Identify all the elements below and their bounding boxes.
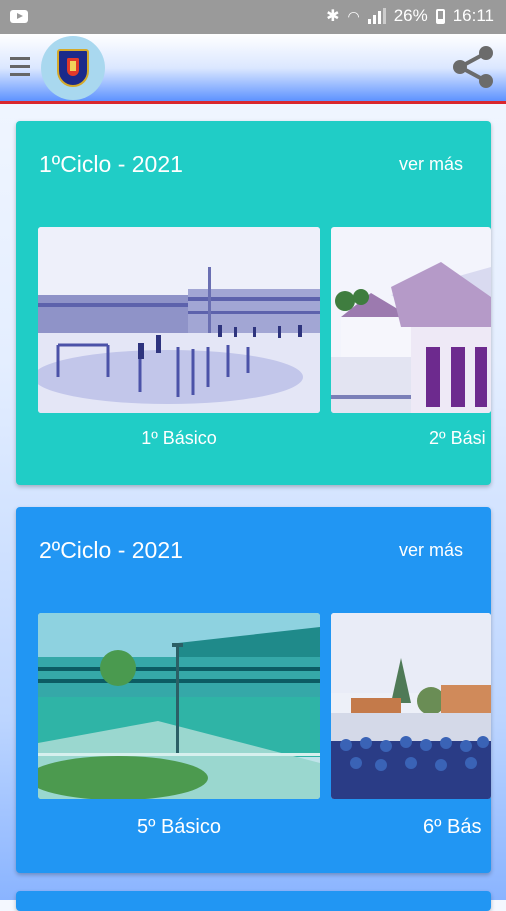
see-more-link[interactable]: ver más — [399, 154, 463, 175]
youtube-notification-icon — [10, 10, 28, 23]
see-more-link[interactable]: ver más — [399, 540, 463, 561]
battery-percent: 26% — [393, 6, 428, 25]
share-icon[interactable] — [448, 42, 498, 92]
school-crest-icon[interactable] — [41, 36, 105, 100]
wifi-icon: ◠ — [347, 7, 360, 24]
section-card-ciclo-2: 2ºCiclo - 2021 ver más 5º Básico 6º Bás — [16, 507, 491, 873]
course-image-1-basico[interactable] — [38, 227, 320, 413]
course-label: 2º Bási — [429, 428, 486, 448]
section-card-partial — [16, 891, 491, 911]
clock: 16:11 — [452, 6, 494, 25]
course-image-2-basico[interactable] — [331, 227, 491, 413]
course-image-5-basico[interactable] — [38, 613, 320, 799]
course-image-6-basico[interactable] — [331, 613, 491, 799]
section-title: 2ºCiclo - 2021 — [39, 537, 183, 563]
course-label: 5º Básico — [136, 816, 221, 838]
signal-icon — [367, 8, 386, 24]
battery-icon — [435, 8, 445, 24]
hamburger-menu-icon[interactable] — [10, 54, 30, 80]
bluetooth-icon: ✱ — [326, 8, 340, 25]
course-label: 6º Bás — [423, 816, 482, 838]
section-title: 1ºCiclo - 2021 — [39, 151, 183, 177]
app-bar-divider — [0, 101, 506, 104]
section-card-ciclo-1: 1ºCiclo - 2021 ver más 1º Básico 2º Bási — [16, 121, 491, 485]
app-bar — [0, 34, 506, 102]
course-label: 1º Básico — [141, 428, 217, 448]
status-bar: ✱ ◠ 26% 16:11 — [0, 0, 506, 34]
